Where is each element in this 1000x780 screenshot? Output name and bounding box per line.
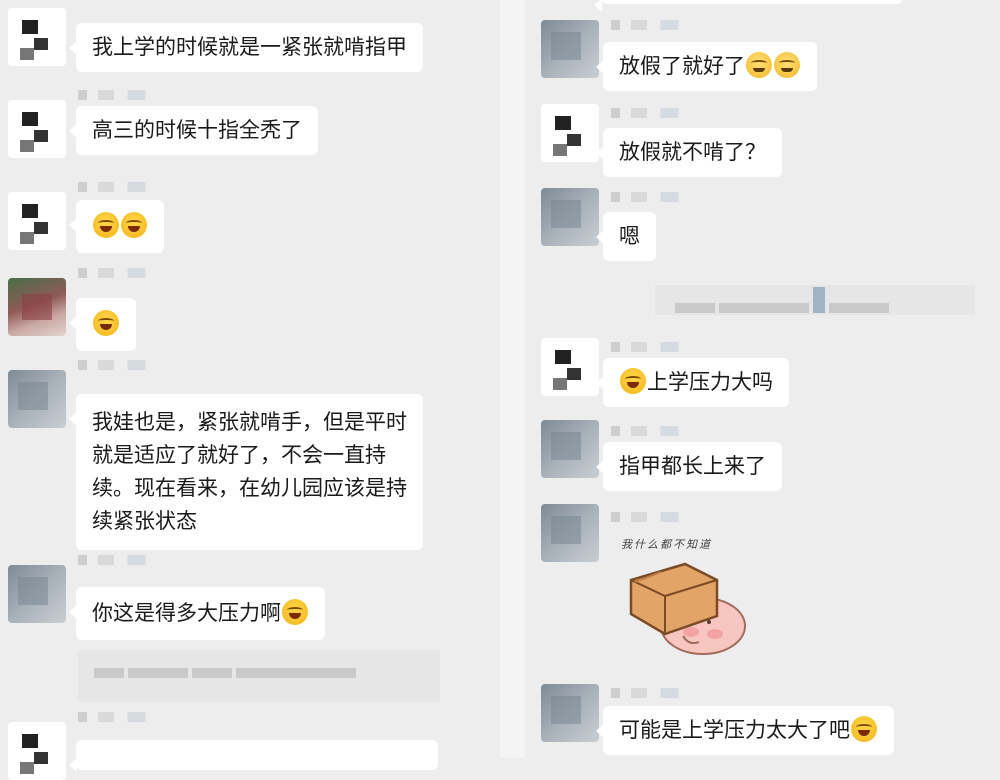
avatar[interactable]: [541, 188, 599, 246]
message-bubble[interactable]: 指甲都长上来了: [596, 442, 782, 491]
message-bubble[interactable]: 上学压力大吗: [596, 358, 789, 407]
message-text: 你这是得多大压力啊: [92, 601, 281, 625]
sender-name: [78, 182, 168, 192]
sender-name: [611, 426, 701, 436]
crying-face-emoji-icon: [746, 52, 772, 78]
message-bubble[interactable]: 放假就不啃了？: [596, 128, 782, 177]
sticker-image[interactable]: [625, 556, 755, 664]
sender-name: [78, 555, 168, 565]
laugh-cry-emoji-icon: [93, 310, 119, 336]
message-bubble[interactable]: [594, 0, 903, 12]
message-bubble[interactable]: 嗯: [596, 212, 656, 261]
message-text: 放假就不啃了？: [619, 140, 766, 164]
avatar[interactable]: [8, 370, 66, 428]
message-text-line: 续。现在看来，在幼儿园应该是持: [92, 476, 407, 500]
message-bubble[interactable]: 我娃也是，紧张就啃手，但是平时 就是适应了就好了，不会一直持 续。现在看来，在幼…: [69, 394, 423, 550]
message-text-line: 续紧张状态: [92, 509, 197, 533]
sender-name: [78, 90, 168, 100]
avatar[interactable]: [541, 20, 599, 78]
sender-name: [611, 342, 701, 352]
sender-name: [78, 268, 168, 278]
blurred-quote: [78, 650, 440, 702]
message-bubble[interactable]: 放假了就好了: [596, 42, 817, 91]
message-text: 我上学的时候就是一紧张就啃指甲: [92, 35, 407, 59]
message-bubble[interactable]: [69, 298, 136, 351]
box-pig-sticker-icon: [629, 562, 746, 655]
message-text: 嗯: [619, 224, 640, 248]
sender-name: [611, 512, 701, 522]
avatar[interactable]: [8, 192, 66, 250]
avatar[interactable]: [8, 100, 66, 158]
chat-column-left: 我上学的时候就是一紧张就啃指甲 高三的时候十指全秃了 我娃也是，紧张就啃手，但是…: [0, 0, 460, 780]
sender-name: [611, 688, 701, 698]
blurred-system-notice: [655, 285, 975, 315]
sender-name: [611, 192, 701, 202]
sticker-caption: 我什么都不知道: [621, 538, 712, 551]
chat-column-right: 放假了就好了 放假就不啃了？ 嗯 上学压力大吗 指甲都长上来了 我什么都不知道 …: [525, 0, 1000, 758]
laugh-cry-emoji-icon: [851, 716, 877, 742]
message-bubble[interactable]: [69, 740, 438, 772]
avatar[interactable]: [541, 684, 599, 742]
avatar[interactable]: [541, 504, 599, 562]
sender-name: [78, 360, 168, 370]
laugh-cry-emoji-icon: [93, 212, 119, 238]
message-text: 上学压力大吗: [647, 370, 773, 394]
message-bubble[interactable]: [69, 200, 164, 253]
avatar[interactable]: [541, 104, 599, 162]
message-text: 放假了就好了: [619, 54, 745, 78]
message-text: 指甲都长上来了: [619, 454, 766, 478]
message-bubble[interactable]: 可能是上学压力太大了吧: [596, 706, 894, 755]
crying-face-emoji-icon: [774, 52, 800, 78]
column-divider: [500, 0, 525, 758]
message-bubble[interactable]: 高三的时候十指全秃了: [69, 106, 318, 155]
message-text: 可能是上学压力太大了吧: [619, 718, 850, 742]
message-bubble[interactable]: 你这是得多大压力啊: [69, 587, 325, 640]
avatar[interactable]: [8, 722, 66, 780]
sender-name: [611, 108, 701, 118]
laugh-cry-emoji-icon: [121, 212, 147, 238]
avatar[interactable]: [8, 8, 66, 66]
sender-name: [611, 20, 701, 30]
message-text-line: 我娃也是，紧张就啃手，但是平时: [92, 410, 407, 434]
message-bubble[interactable]: 我上学的时候就是一紧张就啃指甲: [69, 23, 423, 72]
avatar[interactable]: [8, 565, 66, 623]
sender-name: [78, 712, 168, 722]
avatar[interactable]: [541, 420, 599, 478]
laugh-cry-emoji-icon: [282, 599, 308, 625]
avatar[interactable]: [8, 278, 66, 336]
message-text: 高三的时候十指全秃了: [92, 118, 302, 142]
message-text-line: 就是适应了就好了，不会一直持: [92, 443, 386, 467]
laugh-cry-emoji-icon: [620, 368, 646, 394]
avatar[interactable]: [541, 338, 599, 396]
